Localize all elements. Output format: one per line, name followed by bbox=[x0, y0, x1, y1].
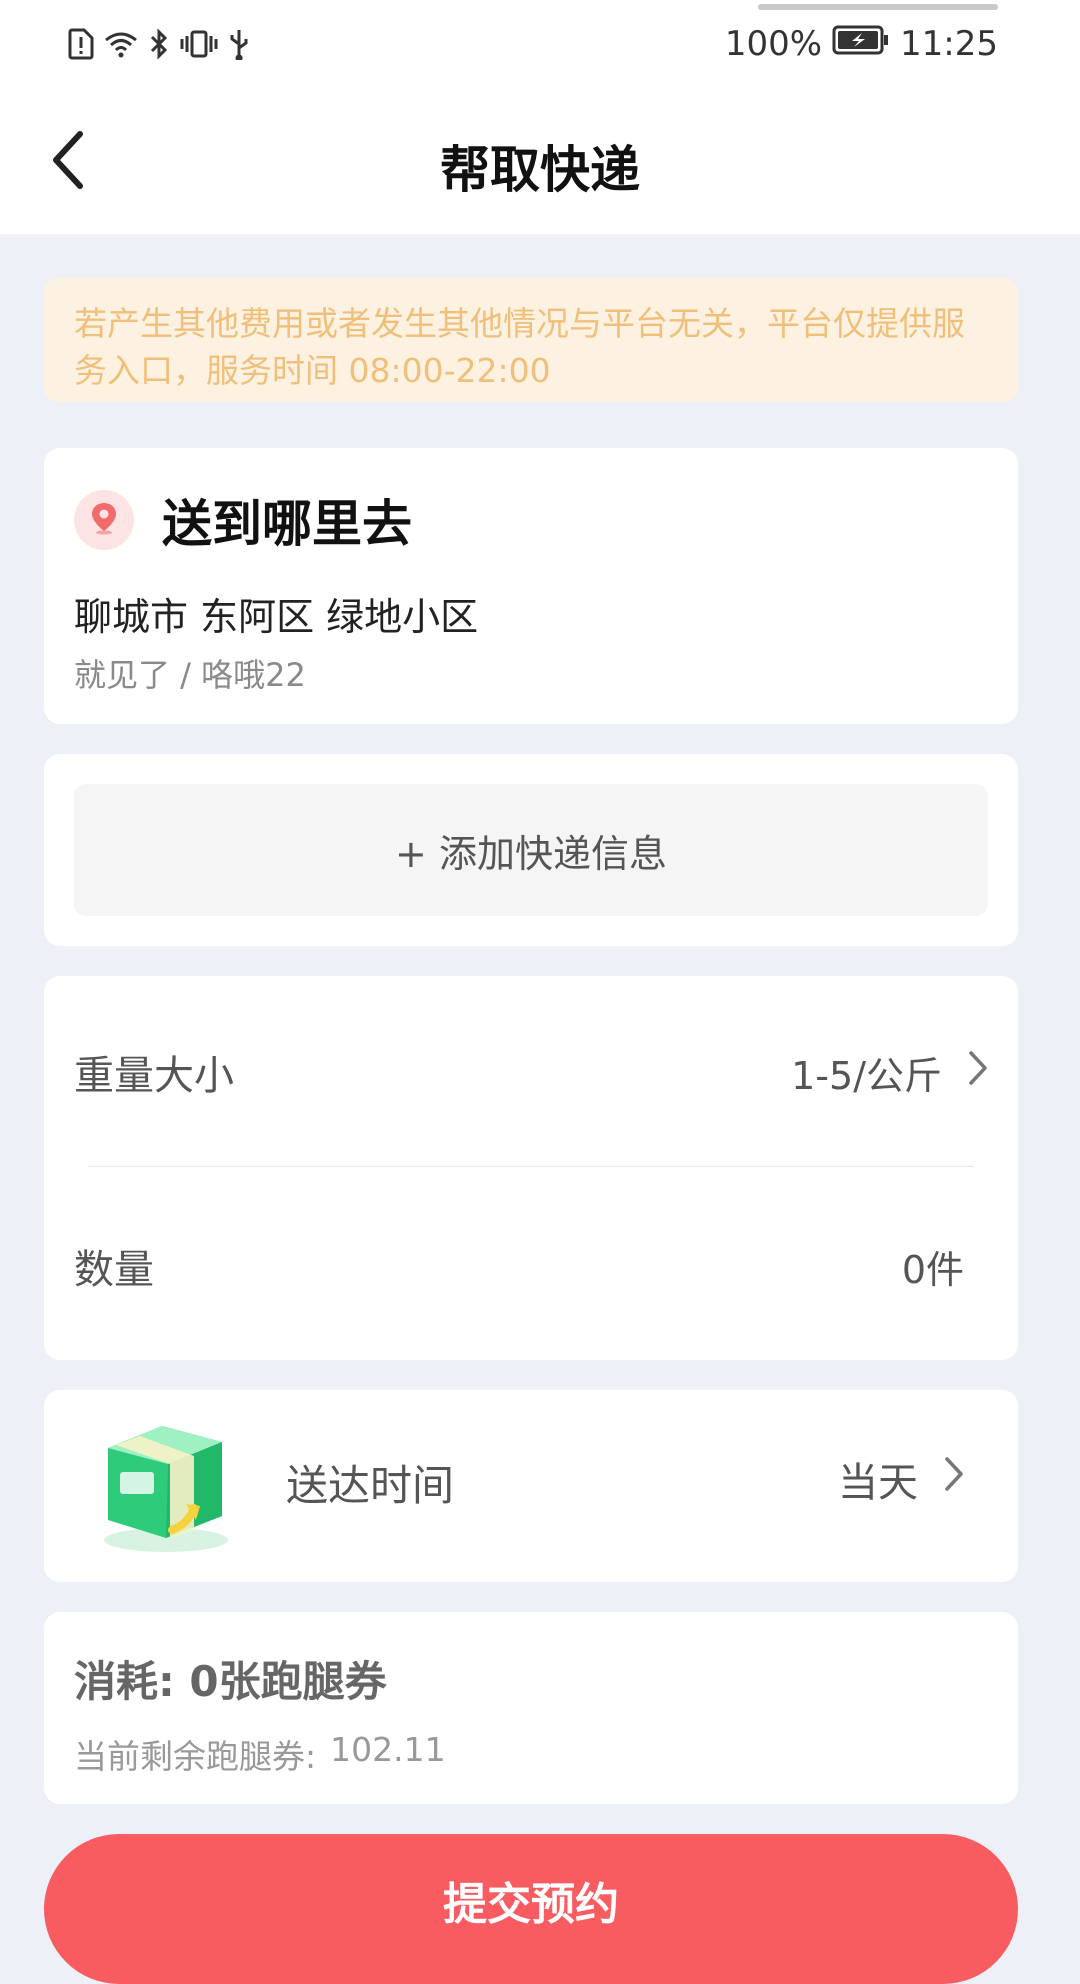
delivery-time-value: 当天 bbox=[838, 1460, 918, 1506]
delivery-time-value-group: 当天 bbox=[838, 1450, 964, 1508]
package-icon bbox=[90, 1412, 240, 1564]
add-package-button[interactable]: + 添加快递信息 bbox=[74, 784, 988, 916]
wifi-icon bbox=[104, 30, 138, 58]
quantity-value: 0件 bbox=[901, 1247, 964, 1292]
status-right: 100% 11:25 bbox=[725, 22, 998, 66]
coupon-balance: 当前剩余跑腿券: 102.11 bbox=[74, 1730, 446, 1778]
location-pin-badge bbox=[74, 490, 134, 550]
balance-label: 当前剩余跑腿券: bbox=[74, 1737, 317, 1776]
destination-contact: 就见了 / 咯哦22 bbox=[74, 656, 306, 694]
weight-value: 1-5/公斤 bbox=[791, 1053, 942, 1098]
cost-card: 消耗: 0张跑腿券 当前剩余跑腿券: 102.11 bbox=[44, 1612, 1018, 1804]
quantity-label: 数量 bbox=[74, 1247, 154, 1293]
weight-row[interactable]: 重量大小 1-5/公斤 bbox=[74, 1032, 988, 1112]
quantity-row[interactable]: 数量 0件 bbox=[74, 1226, 988, 1306]
weight-value-group: 1-5/公斤 bbox=[791, 1045, 988, 1100]
delivery-time-label: 送达时间 bbox=[286, 1461, 455, 1510]
usb-icon bbox=[228, 28, 250, 60]
status-indicator-line bbox=[758, 4, 998, 10]
service-notice: 若产生其他费用或者发生其他情况与平台无关，平台仅提供服务入口，服务时间 08:0… bbox=[44, 278, 1018, 402]
status-bar: 100% 11:25 bbox=[0, 0, 1080, 90]
package-form-card: 重量大小 1-5/公斤 数量 0件 bbox=[44, 976, 1018, 1360]
destination-header: 送到哪里去 bbox=[74, 484, 412, 556]
chevron-right-icon bbox=[944, 1456, 964, 1502]
location-pin-icon bbox=[90, 501, 118, 539]
weight-label: 重量大小 bbox=[74, 1053, 234, 1099]
delivery-time-card[interactable]: 送达时间 当天 bbox=[44, 1390, 1018, 1582]
vibrate-icon bbox=[180, 29, 218, 59]
submit-button[interactable]: 提交预约 bbox=[44, 1834, 1018, 1984]
battery-percent: 100% bbox=[724, 24, 823, 64]
chevron-right-icon bbox=[968, 1050, 988, 1095]
sim-alert-icon bbox=[68, 28, 94, 60]
destination-title: 送到哪里去 bbox=[162, 495, 412, 553]
balance-value: 102.11 bbox=[330, 1730, 446, 1769]
add-package-card: + 添加快递信息 bbox=[44, 754, 1018, 946]
status-icons bbox=[68, 24, 250, 64]
coupon-consume: 消耗: 0张跑腿券 bbox=[74, 1657, 387, 1706]
app-header: 帮取快递 bbox=[0, 90, 1080, 234]
form-divider bbox=[88, 1166, 974, 1167]
bluetooth-icon bbox=[148, 28, 170, 60]
destination-address: 聊城市 东阿区 绿地小区 bbox=[74, 595, 479, 639]
battery-charging-icon bbox=[832, 24, 890, 64]
clock: 11:25 bbox=[900, 24, 998, 64]
destination-card[interactable]: 送到哪里去 聊城市 东阿区 绿地小区 就见了 / 咯哦22 bbox=[44, 448, 1018, 724]
page-title: 帮取快递 bbox=[440, 141, 640, 199]
